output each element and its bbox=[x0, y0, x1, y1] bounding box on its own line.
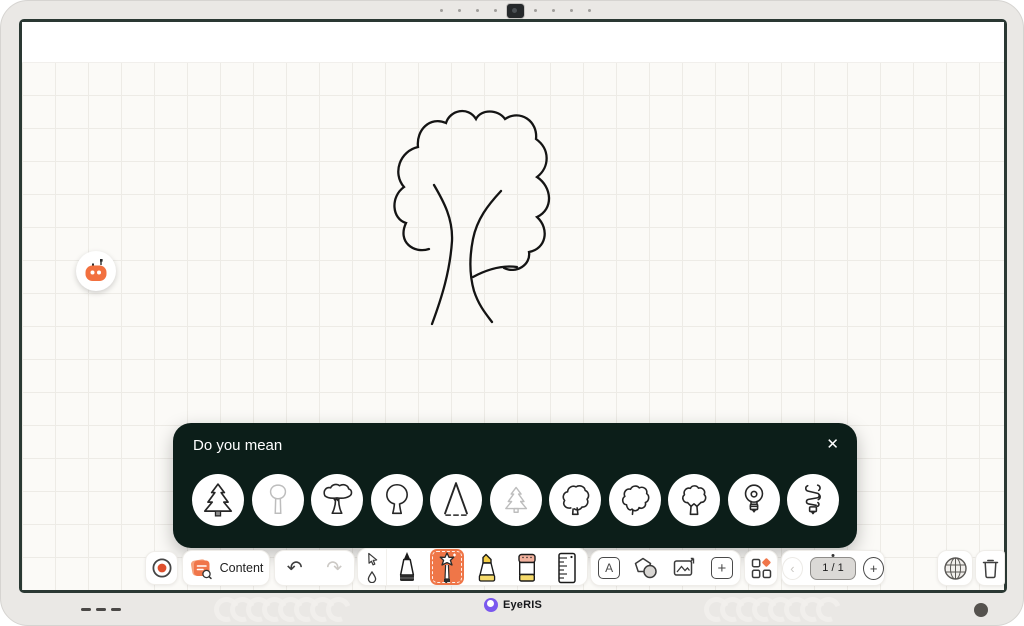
highlighter-icon bbox=[474, 553, 500, 584]
suggestion-row bbox=[192, 474, 839, 526]
camera-lens bbox=[512, 8, 517, 13]
text-tool[interactable]: A bbox=[598, 557, 620, 579]
insert-tools-group: A + bbox=[590, 550, 741, 586]
previous-page-button[interactable]: ‹ bbox=[782, 557, 803, 580]
suggestion-canopy-tree[interactable] bbox=[311, 474, 363, 526]
bezel-dot bbox=[440, 9, 443, 12]
interactive-panel-device: Untitled (118) Live Quiz Live Class Shar… bbox=[0, 0, 1024, 626]
magic-shape-pen-tool[interactable] bbox=[427, 549, 467, 585]
trash-icon bbox=[982, 558, 999, 579]
page-navigation: ‹ 1 / 1 + bbox=[781, 550, 885, 586]
content-library-icon bbox=[189, 556, 213, 580]
eyeris-logo-icon bbox=[484, 598, 498, 612]
delete-button[interactable] bbox=[975, 550, 1005, 586]
small-pine-tree-icon bbox=[500, 482, 532, 518]
canopy-tree-icon bbox=[320, 482, 354, 518]
add-widget-tool[interactable]: + bbox=[711, 557, 733, 579]
suggestion-slim-tree[interactable] bbox=[252, 474, 304, 526]
shape-suggestion-panel: Do you mean ✕ bbox=[173, 423, 857, 548]
record-button[interactable] bbox=[145, 551, 178, 585]
selected-tool-highlight bbox=[430, 549, 464, 585]
suggestion-cone[interactable] bbox=[430, 474, 482, 526]
cursor-icon[interactable] bbox=[366, 552, 379, 566]
undo-redo-group: ↶ ↷ bbox=[274, 550, 355, 586]
page-indicator[interactable]: 1 / 1 bbox=[810, 557, 857, 580]
redo-button[interactable]: ↷ bbox=[326, 559, 342, 578]
magic-shape-pen-icon bbox=[436, 552, 458, 584]
cfl-bulb-icon bbox=[797, 482, 829, 518]
suggestion-cloud-tree[interactable] bbox=[609, 474, 661, 526]
suggestion-light-bulb[interactable] bbox=[728, 474, 780, 526]
pine-tree-icon bbox=[202, 482, 234, 518]
bezel-dot bbox=[458, 9, 461, 12]
webcam bbox=[506, 3, 525, 19]
undo-button[interactable]: ↶ bbox=[287, 559, 303, 578]
select-ink-column bbox=[358, 549, 387, 585]
text-tool-letter: A bbox=[605, 561, 613, 575]
page-indicator-value: 1 / 1 bbox=[822, 562, 843, 574]
canvas-overview-button[interactable] bbox=[937, 550, 973, 586]
cone-icon bbox=[439, 481, 473, 519]
slim-tree-icon bbox=[262, 482, 294, 518]
image-tool[interactable] bbox=[673, 557, 697, 579]
top-app-bar bbox=[22, 22, 1004, 63]
content-label: Content bbox=[220, 561, 264, 575]
bezel-dot bbox=[476, 9, 479, 12]
light-bulb-icon bbox=[738, 482, 770, 518]
record-icon bbox=[151, 557, 173, 579]
ink-drop-icon[interactable] bbox=[367, 571, 377, 583]
pen-tools-group bbox=[357, 548, 588, 586]
suggestion-small-pine-tree[interactable] bbox=[490, 474, 542, 526]
ai-assistant-bubble[interactable] bbox=[76, 251, 116, 291]
suggestion-broccoli-tree[interactable] bbox=[668, 474, 720, 526]
brand-lockup: EyeRIS bbox=[1, 598, 1024, 612]
marker-pen-tool[interactable] bbox=[387, 549, 427, 585]
shapes-tool[interactable] bbox=[634, 557, 658, 579]
bezel-dot bbox=[494, 9, 497, 12]
power-button[interactable] bbox=[974, 603, 988, 617]
globe-grid-icon bbox=[943, 556, 968, 581]
suggestion-cfl-bulb[interactable] bbox=[787, 474, 839, 526]
ruler-icon bbox=[557, 552, 577, 584]
content-button[interactable]: Content bbox=[182, 550, 270, 586]
bezel-dot bbox=[534, 9, 537, 12]
eraser-icon bbox=[515, 553, 539, 584]
bezel-dot bbox=[570, 9, 573, 12]
bezel-dot bbox=[588, 9, 591, 12]
eraser-tool[interactable] bbox=[507, 549, 547, 585]
close-icon[interactable]: ✕ bbox=[826, 435, 839, 453]
bushy-tree-icon bbox=[558, 482, 592, 518]
round-tree-icon bbox=[380, 482, 414, 518]
robot-icon bbox=[82, 257, 110, 285]
ruler-tool[interactable] bbox=[547, 549, 587, 585]
apps-grid-icon bbox=[751, 558, 772, 579]
cloud-tree-icon bbox=[618, 482, 652, 518]
suggestion-round-tree[interactable] bbox=[371, 474, 423, 526]
suggestion-bushy-tree[interactable] bbox=[549, 474, 601, 526]
marker-pen-icon bbox=[394, 551, 420, 584]
suggestion-panel-title: Do you mean bbox=[193, 437, 282, 454]
broccoli-tree-icon bbox=[677, 482, 711, 518]
highlighter-tool[interactable] bbox=[467, 549, 507, 585]
add-page-button[interactable]: + bbox=[863, 557, 884, 580]
bezel-dot bbox=[552, 9, 555, 12]
hand-drawn-tree bbox=[384, 101, 576, 333]
brand-name: EyeRIS bbox=[503, 599, 542, 611]
suggestion-pine-tree[interactable] bbox=[192, 474, 244, 526]
page-indicator-tick bbox=[832, 554, 835, 557]
apps-button[interactable] bbox=[744, 550, 778, 586]
